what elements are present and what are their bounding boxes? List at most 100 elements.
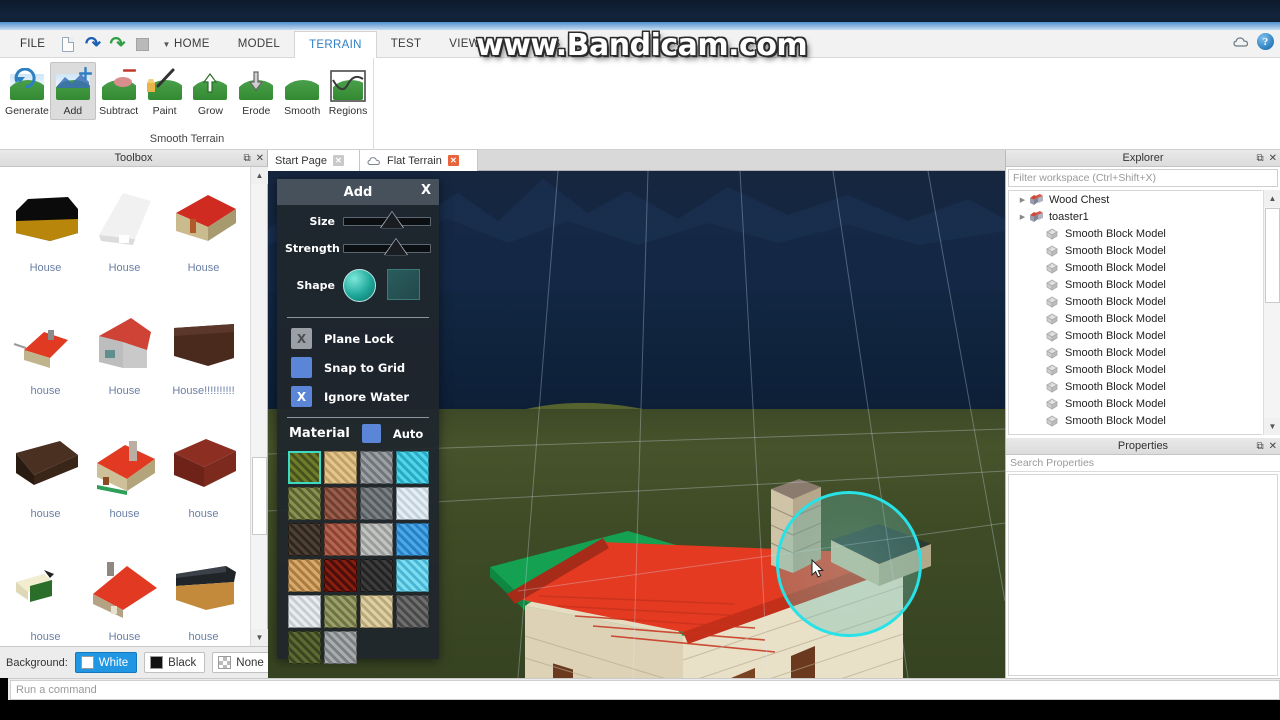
explorer-scroll-down-icon[interactable]: ▼	[1264, 418, 1280, 435]
auto-material-checkbox[interactable]	[361, 424, 381, 443]
command-input[interactable]: Run a command	[10, 679, 1280, 700]
properties-close-icon[interactable]: ✕	[1269, 441, 1277, 452]
toolbox-item[interactable]: House	[85, 183, 164, 306]
explorer-tree-row[interactable]: Smooth Block Model	[1009, 327, 1262, 344]
explorer-tree-row[interactable]: Smooth Block Model	[1009, 225, 1262, 242]
material-swatch[interactable]	[396, 523, 429, 556]
toolbox-scroll-thumb[interactable]	[252, 457, 267, 535]
strength-slider[interactable]	[343, 237, 431, 255]
snap-to-grid-checkbox[interactable]	[291, 357, 312, 378]
snap-to-grid-row[interactable]: Snap to Grid	[277, 353, 439, 382]
properties-restore-icon[interactable]: ⧉	[1256, 441, 1263, 452]
material-swatch[interactable]	[288, 523, 321, 556]
background-black-button[interactable]: Black	[144, 652, 206, 673]
explorer-tree-row[interactable]: Smooth Block Model	[1009, 242, 1262, 259]
properties-search-input[interactable]: Search Properties	[1006, 455, 1280, 472]
material-swatch[interactable]	[396, 487, 429, 520]
toolbox-close-icon[interactable]: ✕	[256, 153, 264, 164]
toolbox-item[interactable]: House	[6, 183, 85, 306]
toolbox-item[interactable]: house	[164, 429, 243, 552]
material-swatch[interactable]	[324, 523, 357, 556]
doc-tab-start-page-close-icon[interactable]: ✕	[332, 155, 344, 166]
explorer-scroll-up-icon[interactable]: ▲	[1264, 190, 1280, 207]
explorer-tree-row[interactable]: Smooth Block Model	[1009, 378, 1262, 395]
explorer-scrollbar[interactable]: ▲ ▼	[1263, 190, 1280, 435]
ignore-water-checkbox[interactable]: X	[291, 386, 312, 407]
file-menu-button[interactable]: FILE	[8, 30, 57, 58]
toolbox-item[interactable]: House	[85, 552, 164, 646]
sphere-brush-icon[interactable]	[343, 268, 376, 302]
toolbox-scroll-down-icon[interactable]: ▼	[251, 629, 268, 646]
toolbox-item[interactable]: House	[164, 183, 243, 306]
doc-tab-flat-terrain-close-icon[interactable]: ✕	[447, 155, 459, 166]
ribbon-button-grow[interactable]: Grow	[188, 62, 234, 120]
plane-lock-row[interactable]: X Plane Lock	[277, 324, 439, 353]
help-icon[interactable]: ?	[1257, 33, 1274, 50]
ribbon-button-generate[interactable]: Generate	[4, 62, 50, 120]
tab-terrain[interactable]: TERRAIN	[294, 31, 377, 59]
new-document-icon[interactable]	[58, 35, 77, 54]
toolbox-item[interactable]: House!!!!!!!!!!	[164, 306, 243, 429]
material-swatch[interactable]	[360, 559, 393, 592]
ribbon-button-erode[interactable]: Erode	[233, 62, 279, 120]
material-swatch[interactable]	[324, 559, 357, 592]
ignore-water-row[interactable]: X Ignore Water	[277, 382, 439, 411]
explorer-scroll-thumb[interactable]	[1265, 208, 1280, 303]
material-swatch[interactable]	[288, 451, 321, 484]
size-slider[interactable]	[343, 210, 431, 228]
explorer-tree-row[interactable]: ▶ Wood Chest	[1009, 191, 1262, 208]
ribbon-button-add[interactable]: Add	[49, 62, 96, 120]
toolbox-restore-icon[interactable]: ⧉	[243, 153, 250, 164]
expand-arrow-icon[interactable]: ▶	[1017, 196, 1028, 204]
background-white-button[interactable]: White	[74, 652, 138, 673]
toolbox-item[interactable]: house	[6, 552, 85, 646]
toolbox-item[interactable]: House	[85, 306, 164, 429]
explorer-tree-row[interactable]: Smooth Block Model	[1009, 276, 1262, 293]
toolbox-scrollbar[interactable]: ▲ ▼	[250, 167, 268, 646]
explorer-tree-row[interactable]: Smooth Block Model	[1009, 310, 1262, 327]
material-swatch[interactable]	[288, 595, 321, 628]
material-swatch[interactable]	[360, 451, 393, 484]
tab-model[interactable]: MODEL	[224, 30, 294, 58]
toolbox-item[interactable]: house	[6, 429, 85, 552]
toolbox-item[interactable]: house	[85, 429, 164, 552]
explorer-tree-row[interactable]: ▶ toaster1	[1009, 208, 1262, 225]
ribbon-button-smooth[interactable]: Smooth	[279, 62, 325, 120]
explorer-close-icon[interactable]: ✕	[1269, 153, 1277, 164]
material-swatch[interactable]	[396, 559, 429, 592]
material-swatch[interactable]	[288, 487, 321, 520]
explorer-tree-row[interactable]: Smooth Block Model	[1009, 344, 1262, 361]
material-swatch[interactable]	[288, 631, 321, 664]
material-swatch[interactable]	[324, 451, 357, 484]
explorer-tree-row[interactable]: Smooth Block Model	[1009, 412, 1262, 429]
explorer-tree-row[interactable]: Smooth Block Model	[1009, 293, 1262, 310]
material-swatch[interactable]	[324, 631, 357, 664]
undo-arrow-icon[interactable]: ↶	[83, 34, 102, 55]
ribbon-button-subtract[interactable]: Subtract	[96, 62, 142, 120]
cloud-icon[interactable]	[1233, 36, 1250, 48]
material-swatch[interactable]	[360, 523, 393, 556]
explorer-tree-row[interactable]: Smooth Block Model	[1009, 361, 1262, 378]
material-swatch[interactable]	[396, 451, 429, 484]
ribbon-button-paint[interactable]: Paint	[142, 62, 188, 120]
background-none-button[interactable]: None	[212, 652, 273, 673]
material-swatch[interactable]	[324, 595, 357, 628]
square-icon[interactable]	[133, 35, 152, 54]
material-swatch[interactable]	[288, 559, 321, 592]
material-swatch[interactable]	[396, 595, 429, 628]
expand-arrow-icon[interactable]: ▶	[1017, 213, 1028, 221]
explorer-tree-row[interactable]: Smooth Block Model	[1009, 259, 1262, 276]
material-swatch[interactable]	[360, 487, 393, 520]
toolbox-scroll-up-icon[interactable]: ▲	[251, 167, 268, 184]
explorer-restore-icon[interactable]: ⧉	[1256, 153, 1263, 164]
terrain-dialog-close-icon[interactable]: X	[421, 183, 431, 198]
redo-arrow-icon[interactable]: ↷	[108, 35, 127, 54]
cube-brush-icon[interactable]	[387, 268, 420, 300]
toolbox-item[interactable]: house	[6, 306, 85, 429]
material-swatch[interactable]	[360, 595, 393, 628]
explorer-filter-input[interactable]: Filter workspace (Ctrl+Shift+X)	[1008, 169, 1278, 187]
tab-test[interactable]: TEST	[377, 30, 436, 58]
tab-home[interactable]: HOME	[160, 30, 224, 58]
material-swatch[interactable]	[324, 487, 357, 520]
doc-tab-flat-terrain[interactable]: Flat Terrain ✕	[360, 150, 478, 171]
